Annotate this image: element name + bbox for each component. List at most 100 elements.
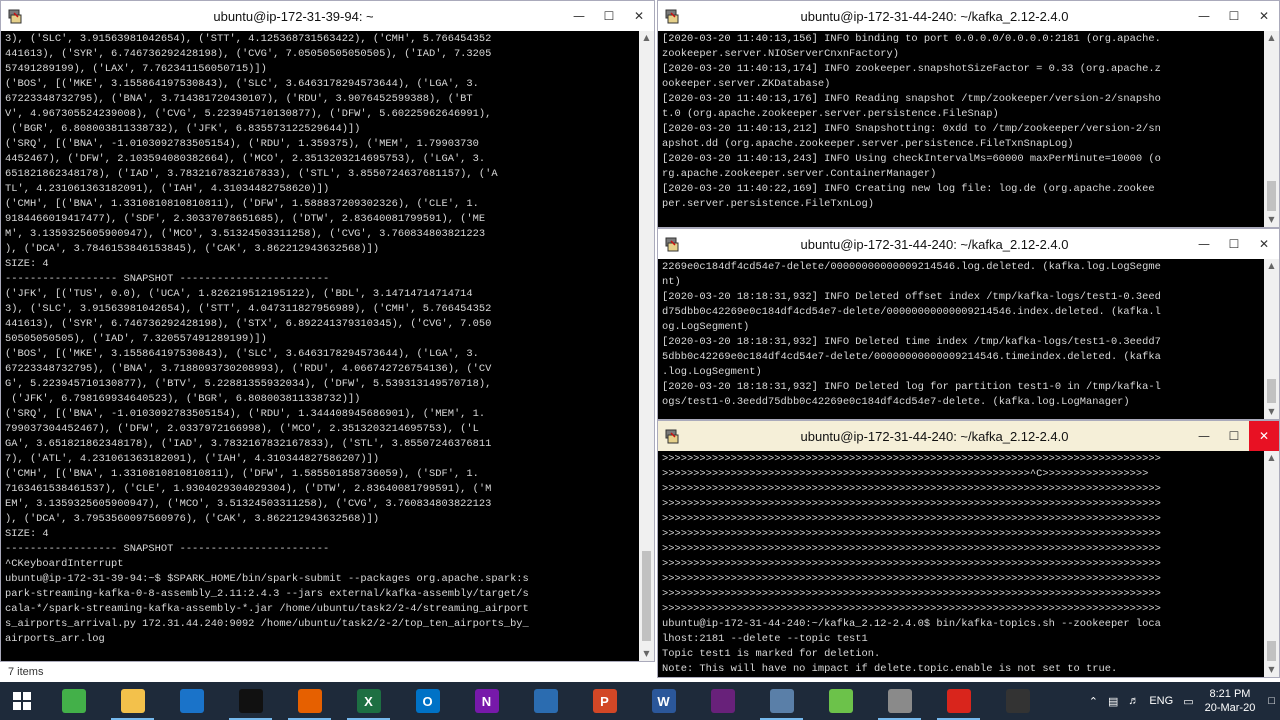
volume-icon[interactable]: ♬ [1128, 695, 1139, 707]
clock[interactable]: 8:21 PM 20-Mar-20 [1205, 687, 1256, 715]
terminal-line: >>>>>>>>>>>>>>>>>>>>>>>>>>>>>>>>>>>>>>>>… [662, 453, 1161, 465]
putty-window-kafka-server[interactable]: ubuntu@ip-172-31-44-240: ~/kafka_2.12-2.… [657, 228, 1280, 420]
title-bar[interactable]: ubuntu@ip-172-31-39-94: ~ — ☐ ✕ [1, 1, 654, 31]
scrollbar-thumb[interactable] [642, 551, 651, 641]
taskbar-button[interactable]: O [398, 682, 457, 720]
close-button[interactable]: ✕ [1249, 421, 1279, 451]
terminal-line: 5dbb0c42269e0c184df4cd54e7-delete/000000… [662, 351, 1161, 363]
putty-window-zookeeper[interactable]: ubuntu@ip-172-31-44-240: ~/kafka_2.12-2.… [657, 0, 1280, 228]
taskbar-button[interactable] [103, 682, 162, 720]
taskbar-button[interactable] [811, 682, 870, 720]
maximize-button[interactable]: ☐ [1219, 229, 1249, 259]
windows-start-icon [10, 689, 34, 713]
taskbar-button[interactable] [280, 682, 339, 720]
taskbar-button[interactable] [516, 682, 575, 720]
terminal-line: SIZE: 4 [5, 258, 49, 270]
taskbar-button[interactable] [693, 682, 752, 720]
scroll-up-icon[interactable]: ▲ [1264, 259, 1279, 273]
visual-studio-icon [710, 689, 735, 713]
maximize-button[interactable]: ☐ [594, 1, 624, 31]
maximize-button[interactable]: ☐ [1219, 421, 1249, 451]
terminal-line: 2269e0c184df4cd54e7-delete/0000000000000… [662, 261, 1161, 273]
terminal-output[interactable]: [2020-03-20 11:40:13,156] INFO binding t… [658, 31, 1266, 227]
scrollbar-thumb[interactable] [1267, 181, 1276, 211]
network-app-icon [769, 689, 794, 713]
close-button[interactable]: ✕ [1249, 1, 1279, 31]
scrollbar-thumb[interactable] [1267, 641, 1276, 661]
taskbar-icon-letter: O [422, 693, 433, 709]
anaconda-icon [61, 689, 86, 713]
scroll-down-icon[interactable]: ▼ [1264, 213, 1279, 227]
minimize-button[interactable]: — [1189, 421, 1219, 451]
chevron-up-icon[interactable]: ⌃ [1089, 695, 1098, 708]
scrollbar[interactable]: ▲ ▼ [1264, 259, 1279, 419]
taskbar-button[interactable]: W [634, 682, 693, 720]
notifications-icon[interactable]: □ [1268, 695, 1275, 707]
terminal-line: [2020-03-20 18:18:31,932] INFO Deleted t… [662, 336, 1161, 348]
scroll-down-icon[interactable]: ▼ [1264, 405, 1279, 419]
scroll-up-icon[interactable]: ▲ [1264, 451, 1279, 465]
terminal-line: ('JFK', 6.798169934640523), ('BGR', 6.80… [5, 393, 361, 405]
terminal-line: 441613), ('SYR', 6.746736292428198), ('C… [5, 48, 492, 60]
taskbar-button[interactable]: P [575, 682, 634, 720]
close-button[interactable]: ✕ [624, 1, 654, 31]
acrobat-icon [946, 689, 971, 713]
taskbar-button[interactable] [44, 682, 103, 720]
terminal-line: nt) [662, 276, 681, 288]
terminal-output[interactable]: >>>>>>>>>>>>>>>>>>>>>>>>>>>>>>>>>>>>>>>>… [658, 451, 1266, 677]
putty-window-kafka-topics[interactable]: ubuntu@ip-172-31-44-240: ~/kafka_2.12-2.… [657, 420, 1280, 678]
taskbar-icon-letter: N [481, 693, 492, 709]
item-count: 7 items [8, 666, 44, 678]
display-icon[interactable]: ▭ [1183, 695, 1193, 708]
terminal-line: 3), ('SLC', 3.91563981042654), ('STT', 4… [5, 303, 492, 315]
scroll-down-icon[interactable]: ▼ [1264, 663, 1279, 677]
scroll-up-icon[interactable]: ▲ [1264, 31, 1279, 45]
terminal-line: GA', 3.651821862348178), ('IAD', 3.78321… [5, 438, 492, 450]
putty-window-left[interactable]: ubuntu@ip-172-31-39-94: ~ — ☐ ✕ 3), ('SL… [0, 0, 655, 662]
clock-date: 20-Mar-20 [1204, 702, 1256, 714]
taskbar-button[interactable] [870, 682, 929, 720]
terminal-line: 3), ('SLC', 3.91563981042654), ('STT', 4… [5, 33, 492, 45]
taskbar-button[interactable]: N [457, 682, 516, 720]
window-title: ubuntu@ip-172-31-44-240: ~/kafka_2.12-2.… [800, 8, 1069, 24]
title-bar[interactable]: ubuntu@ip-172-31-44-240: ~/kafka_2.12-2.… [658, 1, 1279, 31]
title-bar[interactable]: ubuntu@ip-172-31-44-240: ~/kafka_2.12-2.… [658, 229, 1279, 259]
terminal-output[interactable]: 3), ('SLC', 3.91563981042654), ('STT', 4… [1, 31, 641, 661]
taskbar-button[interactable] [221, 682, 280, 720]
network-icon[interactable]: ▤ [1108, 695, 1118, 708]
minimize-button[interactable]: — [1189, 229, 1219, 259]
terminal-line: 651821862348178), ('IAD', 3.783216783216… [5, 168, 498, 180]
scroll-down-icon[interactable]: ▼ [639, 647, 654, 661]
terminal-icon [238, 689, 263, 713]
terminal-line: ('CMH', [('BNA', 1.3310810810810811), ('… [5, 198, 479, 210]
terminal-output[interactable]: 2269e0c184df4cd54e7-delete/0000000000000… [658, 259, 1266, 419]
terminal-line: 67223348732795), ('BNA', 3.7143817204301… [5, 93, 473, 105]
maximize-button[interactable]: ☐ [1219, 1, 1249, 31]
taskbar-button[interactable]: X [339, 682, 398, 720]
terminal-line: cala-*/spark-streaming-kafka-assembly-*.… [5, 603, 529, 615]
scroll-up-icon[interactable]: ▲ [639, 31, 654, 45]
taskbar-button[interactable] [929, 682, 988, 720]
taskbar-button[interactable] [752, 682, 811, 720]
terminal-line: 7163461538461537), ('CLE', 1.93040293040… [5, 483, 492, 495]
taskbar: X O N P W ⌃ ▤ ♬ ENG ▭ 8:21 PM 20-Mar-20 □ [0, 682, 1280, 720]
taskbar-button[interactable] [162, 682, 221, 720]
taskbar-button[interactable] [0, 682, 44, 720]
taskbar-button[interactable] [988, 682, 1047, 720]
scrollbar[interactable]: ▲ ▼ [1264, 451, 1279, 677]
terminal-line: 441613), ('SYR', 6.746736292428198), ('S… [5, 318, 492, 330]
word-icon: W [651, 689, 676, 713]
language-indicator[interactable]: ENG [1149, 695, 1173, 707]
terminal-line: ------------------ SNAPSHOT ------------… [5, 273, 330, 285]
scrollbar[interactable]: ▲ ▼ [1264, 31, 1279, 227]
scrollbar[interactable]: ▲ ▼ [639, 31, 654, 661]
close-button[interactable]: ✕ [1249, 229, 1279, 259]
terminal-line: >>>>>>>>>>>>>>>>>>>>>>>>>>>>>>>>>>>>>>>>… [662, 588, 1161, 600]
minimize-button[interactable]: — [564, 1, 594, 31]
terminal-line: s_airports_arrival.py 172.31.44.240:9092… [5, 618, 529, 630]
minimize-button[interactable]: — [1189, 1, 1219, 31]
scrollbar-thumb[interactable] [1267, 379, 1276, 403]
title-bar[interactable]: ubuntu@ip-172-31-44-240: ~/kafka_2.12-2.… [658, 421, 1279, 451]
terminal-line: G', 5.223945710130877), ('BTV', 5.228813… [5, 378, 492, 390]
terminal-line: [2020-03-20 11:40:13,174] INFO zookeeper… [662, 63, 1161, 75]
